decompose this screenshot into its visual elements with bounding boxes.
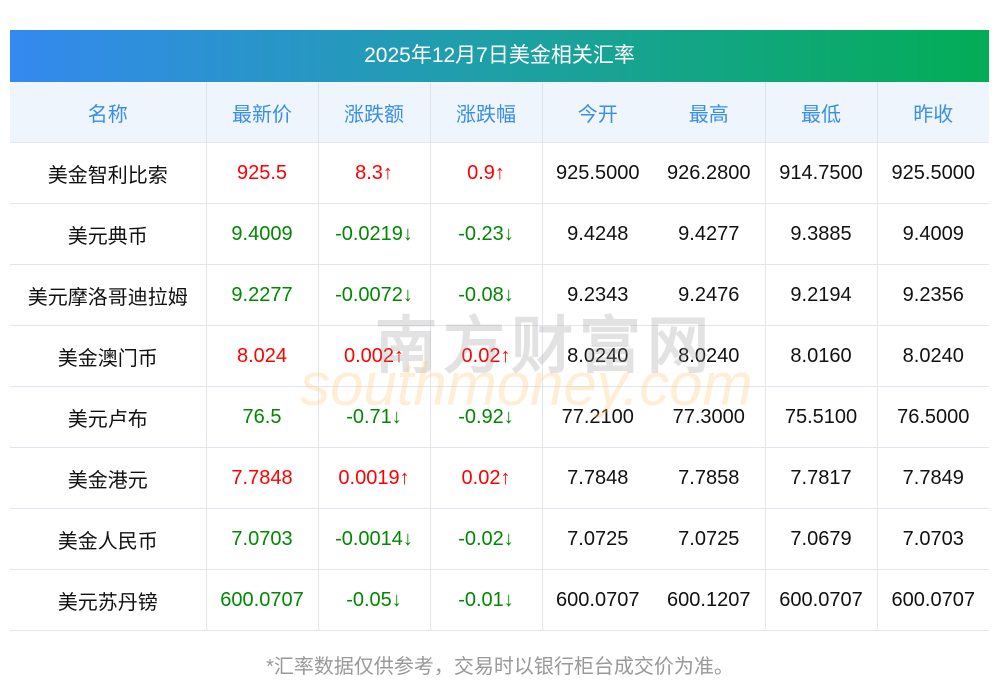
open-price: 600.0707 [542, 569, 653, 631]
low-price: 75.5100 [765, 386, 878, 448]
change-percent: 0.02↑ [430, 447, 543, 509]
open-price: 925.5000 [542, 142, 653, 204]
disclaimer-note: *汇率数据仅供参考，交易时以银行柜台成交价为准。 [266, 656, 734, 678]
change-amount: 8.3↑ [318, 142, 431, 204]
latest-price: 925.5 [206, 142, 319, 204]
low-price: 8.0160 [765, 325, 878, 387]
header-open: 今开 [542, 82, 653, 143]
header-name: 名称 [10, 82, 207, 143]
high-price: 77.3000 [653, 386, 766, 448]
open-price: 9.4248 [542, 203, 653, 265]
high-price: 600.1207 [653, 569, 766, 631]
prev-close: 7.0703 [877, 508, 989, 570]
table-row: 美元卢布 76.5 -0.71↓ -0.92↓ 77.2100 77.3000 75.510… [10, 386, 989, 448]
header-latest: 最新价 [206, 82, 319, 143]
change-percent: -0.23↓ [430, 203, 543, 265]
low-price: 7.7817 [765, 447, 878, 509]
currency-name: 美元典币 [10, 203, 207, 265]
change-amount: 0.002↑ [318, 325, 431, 387]
header-prev: 昨收 [877, 82, 989, 143]
prev-close: 7.7849 [877, 447, 989, 509]
change-amount: 0.0019↑ [318, 447, 431, 509]
prev-close: 9.2356 [877, 264, 989, 326]
low-price: 600.0707 [765, 569, 878, 631]
open-price: 77.2100 [542, 386, 653, 448]
low-price: 9.2194 [765, 264, 878, 326]
low-price: 9.3885 [765, 203, 878, 265]
low-price: 7.0679 [765, 508, 878, 570]
change-percent: -0.08↓ [430, 264, 543, 326]
change-percent: -0.01↓ [430, 569, 543, 631]
change-percent: 0.02↑ [430, 325, 543, 387]
high-price: 9.4277 [653, 203, 766, 265]
change-percent: 0.9↑ [430, 142, 543, 204]
change-percent: -0.02↓ [430, 508, 543, 570]
prev-close: 9.4009 [877, 203, 989, 265]
table-row: 美元摩洛哥迪拉姆 9.2277 -0.0072↓ -0.08↓ 9.2343 9.2476… [10, 264, 989, 326]
table-title: 2025年12月7日美金相关汇率 [10, 30, 989, 82]
prev-close: 8.0240 [877, 325, 989, 387]
table-row: 美金港元 7.7848 0.0019↑ 0.02↑ 7.7848 7.7858 7.7817… [10, 447, 989, 509]
table-row: 美金人民币 7.0703 -0.0014↓ -0.02↓ 7.0725 7.0725 7.0… [10, 508, 989, 570]
table-row: 美金澳门币 8.024 0.002↑ 0.02↑ 8.0240 8.0240 8.0160 8… [10, 325, 989, 387]
currency-name: 美元摩洛哥迪拉姆 [10, 264, 207, 326]
high-price: 9.2476 [653, 264, 766, 326]
currency-name: 美金港元 [10, 447, 207, 509]
latest-price: 9.2277 [206, 264, 319, 326]
change-amount: -0.0219↓ [318, 203, 431, 265]
header-row: 名称 最新价 涨跌额 涨跌幅 今开 最高 最低 昨收 [10, 82, 989, 143]
header-high: 最高 [653, 82, 766, 143]
exchange-rate-table: 名称 最新价 涨跌额 涨跌幅 今开 最高 最低 昨收 美金智利比索 925.5 8.… [10, 82, 989, 631]
open-price: 9.2343 [542, 264, 653, 326]
prev-close: 925.5000 [877, 142, 989, 204]
change-amount: -0.0014↓ [318, 508, 431, 570]
latest-price: 76.5 [206, 386, 319, 448]
header-pct: 涨跌幅 [430, 82, 543, 143]
high-price: 926.2800 [653, 142, 766, 204]
currency-name: 美金人民币 [10, 508, 207, 570]
change-amount: -0.0072↓ [318, 264, 431, 326]
table-row: 美金智利比索 925.5 8.3↑ 0.9↑ 925.5000 926.2800 914.7… [10, 142, 989, 204]
currency-name: 美元卢布 [10, 386, 207, 448]
latest-price: 9.4009 [206, 203, 319, 265]
header-change: 涨跌额 [318, 82, 431, 143]
change-amount: -0.71↓ [318, 386, 431, 448]
low-price: 914.7500 [765, 142, 878, 204]
high-price: 7.7858 [653, 447, 766, 509]
latest-price: 7.7848 [206, 447, 319, 509]
currency-name: 美金澳门币 [10, 325, 207, 387]
change-amount: -0.05↓ [318, 569, 431, 631]
table-row: 美元典币 9.4009 -0.0219↓ -0.23↓ 9.4248 9.4277 9.38… [10, 203, 989, 265]
change-percent: -0.92↓ [430, 386, 543, 448]
latest-price: 7.0703 [206, 508, 319, 570]
latest-price: 8.024 [206, 325, 319, 387]
high-price: 8.0240 [653, 325, 766, 387]
latest-price: 600.0707 [206, 569, 319, 631]
currency-name: 美元苏丹镑 [10, 569, 207, 631]
prev-close: 600.0707 [877, 569, 989, 631]
open-price: 7.7848 [542, 447, 653, 509]
table-row: 美元苏丹镑 600.0707 -0.05↓ -0.01↓ 600.0707 600.120… [10, 569, 989, 631]
currency-name: 美金智利比索 [10, 142, 207, 204]
open-price: 8.0240 [542, 325, 653, 387]
high-price: 7.0725 [653, 508, 766, 570]
prev-close: 76.5000 [877, 386, 989, 448]
header-low: 最低 [765, 82, 878, 143]
open-price: 7.0725 [542, 508, 653, 570]
